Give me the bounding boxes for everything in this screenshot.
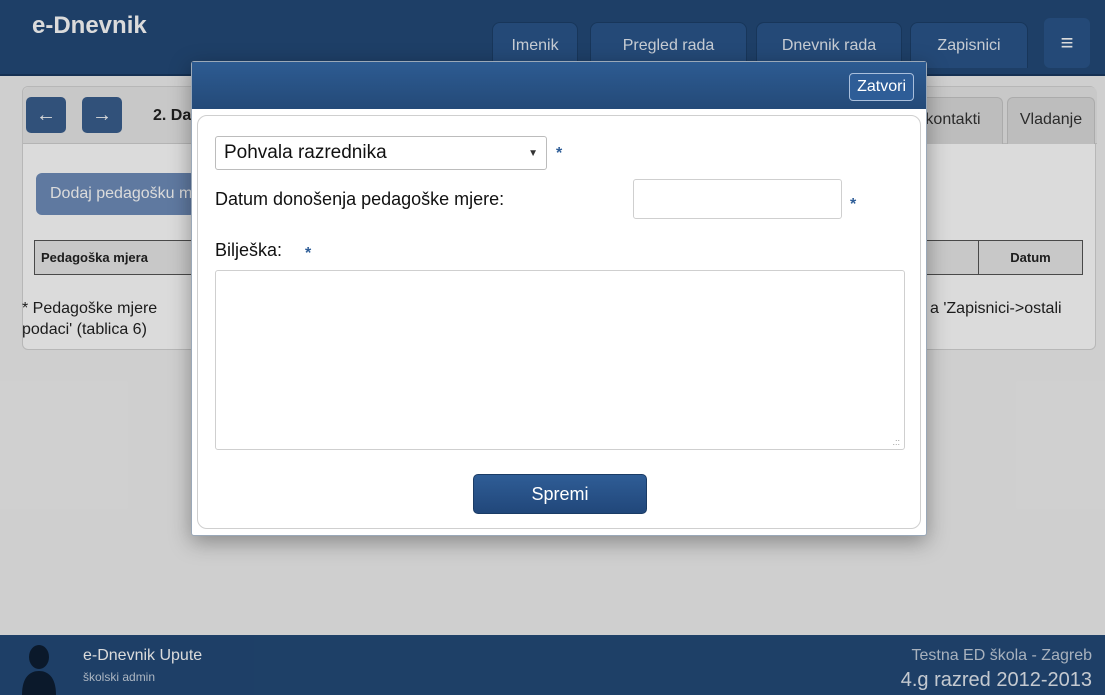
required-marker: *: [556, 145, 563, 162]
close-button[interactable]: Zatvori: [849, 73, 914, 101]
required-marker: *: [305, 245, 312, 262]
chevron-down-icon: ▼: [528, 148, 538, 159]
resize-grip-icon[interactable]: .::: [892, 437, 900, 447]
measure-type-value: Pohvala razrednika: [224, 142, 387, 163]
date-label: Datum donošenja pedagoške mjere:: [215, 189, 505, 209]
pedagogical-measure-dialog: Zatvori Pohvala razrednika ▼ * Datum don…: [191, 61, 927, 536]
measure-type-select[interactable]: Pohvala razrednika ▼: [215, 136, 547, 170]
date-field[interactable]: [633, 179, 842, 219]
required-marker: *: [850, 196, 857, 213]
save-button[interactable]: Spremi: [473, 474, 647, 514]
dialog-body: Pohvala razrednika ▼ * Datum donošenja p…: [197, 115, 921, 529]
note-label: Bilješka:: [215, 240, 283, 260]
dialog-header: Zatvori: [192, 62, 926, 109]
note-textarea[interactable]: .::: [215, 270, 905, 450]
